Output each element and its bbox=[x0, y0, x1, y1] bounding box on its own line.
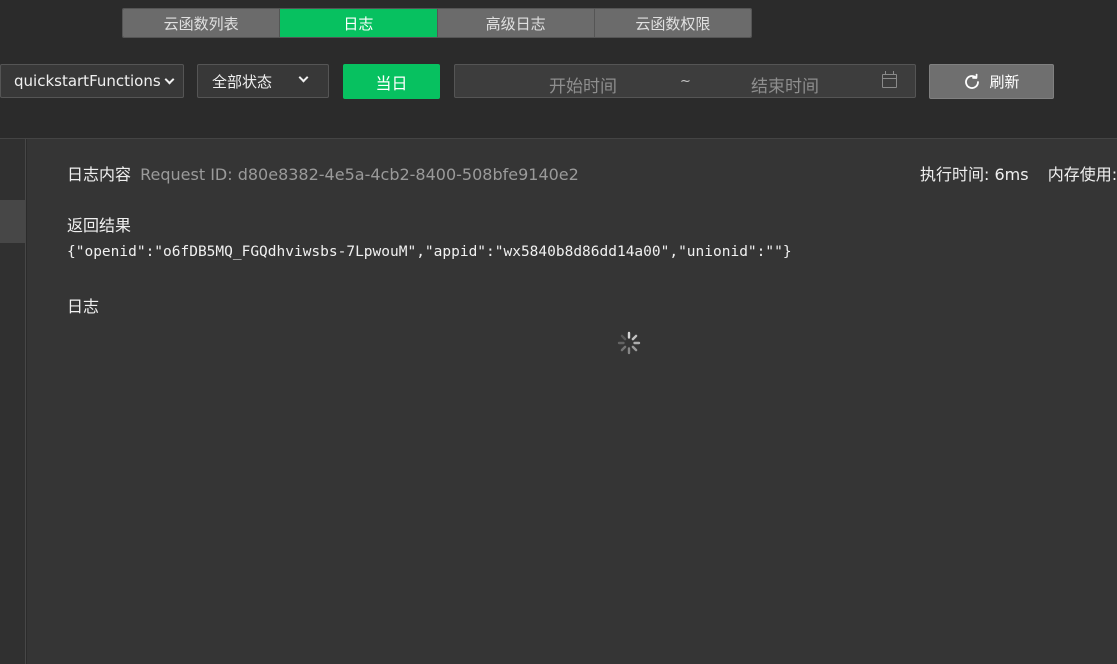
calendar-icon[interactable] bbox=[882, 71, 897, 88]
log-list-panel bbox=[0, 139, 26, 664]
log-content-label: 日志内容 bbox=[67, 165, 132, 184]
tab-log[interactable]: 日志 bbox=[280, 9, 438, 37]
end-time-field[interactable]: 结束时间 bbox=[715, 72, 855, 97]
memory-usage: 内存使用: bbox=[1047, 165, 1117, 184]
today-button[interactable]: 当日 bbox=[343, 64, 440, 99]
date-range-separator: ~ bbox=[680, 74, 691, 89]
log-content-header: 日志内容 Request ID: d80e8382-4e5a-4cb2-8400… bbox=[67, 161, 579, 185]
result-json: {"openid":"o6fDB5MQ_FGQdhviwsbs-7LpwouM"… bbox=[67, 244, 792, 260]
log-list-item-selected[interactable] bbox=[0, 200, 26, 243]
tab-bar: 云函数列表 日志 高级日志 云函数权限 bbox=[122, 8, 752, 38]
status-select[interactable]: 全部状态 bbox=[197, 64, 329, 98]
start-time-field[interactable]: 开始时间 bbox=[513, 72, 653, 97]
function-select[interactable]: quickstartFunctions bbox=[0, 64, 184, 98]
status-select-value: 全部状态 bbox=[212, 72, 273, 91]
result-section-title: 返回结果 bbox=[67, 216, 132, 235]
chevron-down-icon bbox=[164, 74, 175, 84]
refresh-button-label: 刷新 bbox=[989, 73, 1020, 91]
tab-function-list[interactable]: 云函数列表 bbox=[123, 9, 281, 37]
refresh-icon bbox=[965, 73, 980, 89]
tab-advanced-log[interactable]: 高级日志 bbox=[437, 9, 595, 37]
request-id: Request ID: d80e8382-4e5a-4cb2-8400-508b… bbox=[140, 165, 579, 184]
log-meta: 执行时间: 6ms 内存使用: bbox=[920, 161, 1117, 185]
date-range-picker[interactable]: 开始时间 ~ 结束时间 bbox=[454, 64, 916, 98]
loading-spinner-icon bbox=[617, 331, 641, 355]
execution-time: 执行时间: 6ms bbox=[920, 165, 1029, 184]
refresh-button[interactable]: 刷新 bbox=[929, 64, 1054, 99]
log-section-title: 日志 bbox=[67, 297, 100, 316]
cloud-function-log-page: 云函数列表 日志 高级日志 云函数权限 quickstartFunctions … bbox=[0, 0, 1117, 664]
log-detail-panel: 日志内容 Request ID: d80e8382-4e5a-4cb2-8400… bbox=[27, 139, 1117, 664]
function-select-value: quickstartFunctions bbox=[14, 72, 161, 90]
tab-function-permissions[interactable]: 云函数权限 bbox=[594, 9, 751, 37]
chevron-down-icon bbox=[298, 72, 309, 83]
